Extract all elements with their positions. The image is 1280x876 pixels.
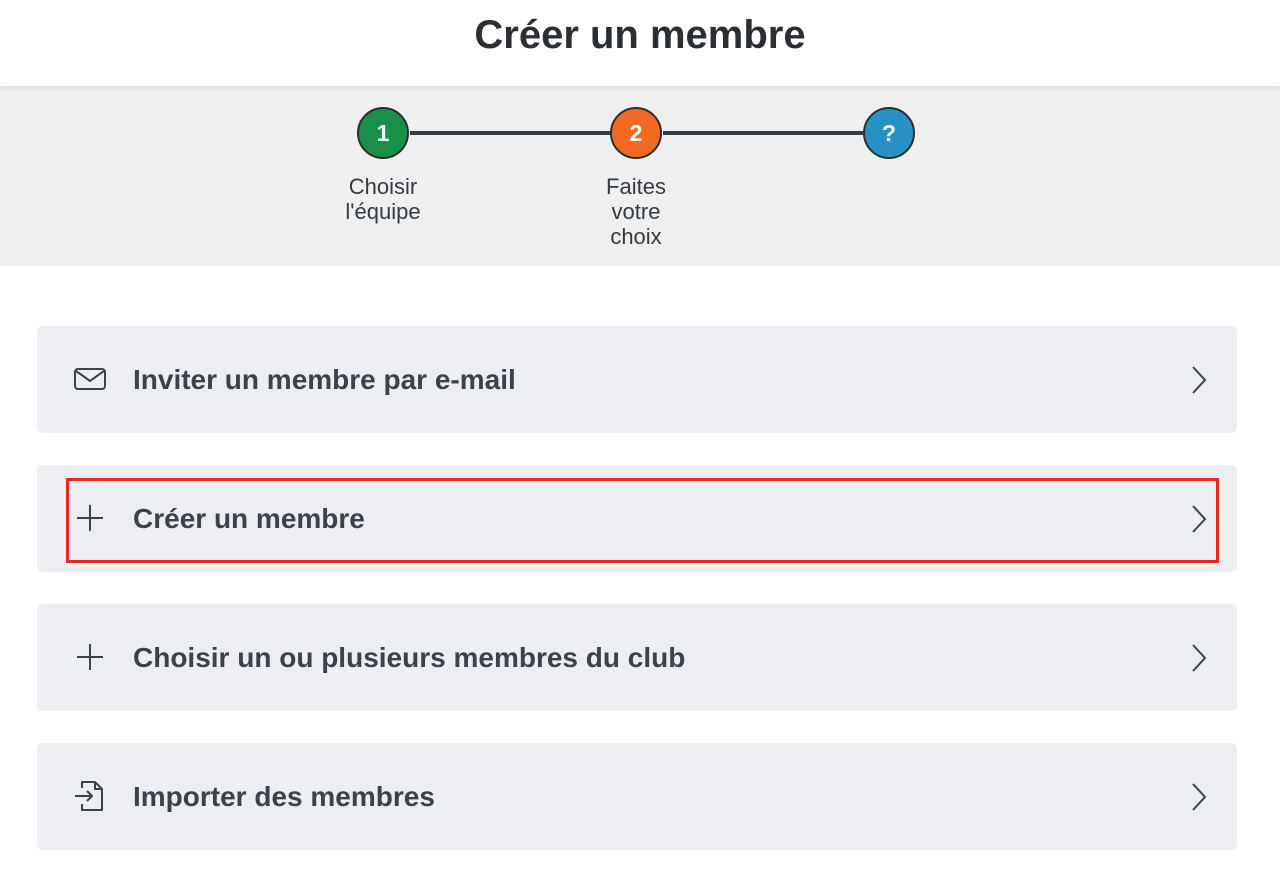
- stepper: 1 2 ? Choisir l'équipe Faites votre choi…: [0, 86, 1280, 266]
- chevron-right-icon: [1187, 503, 1209, 535]
- chevron-right-icon: [1187, 364, 1209, 396]
- step-2-number: 2: [629, 119, 643, 146]
- option-import-members[interactable]: Importer des membres: [37, 743, 1237, 850]
- plus-icon: [73, 640, 107, 674]
- option-label: Choisir un ou plusieurs membres du club: [133, 642, 686, 673]
- step-1-label-line-1: Choisir: [348, 174, 418, 199]
- page-title: Créer un membre: [474, 13, 806, 57]
- step-2-circle[interactable]: 2: [610, 107, 662, 159]
- option-label: Importer des membres: [133, 781, 435, 812]
- step-2-label: Faites votre choix: [566, 174, 706, 249]
- step-3-number: ?: [881, 119, 897, 146]
- stepper-connector-1: [410, 131, 610, 135]
- option-create-member[interactable]: Créer un membre: [37, 465, 1237, 572]
- envelope-icon: [73, 362, 107, 396]
- option-invite-by-email[interactable]: Inviter un membre par e-mail: [37, 326, 1237, 433]
- plus-icon: [73, 501, 107, 535]
- step-2-label-line-2: votre: [611, 199, 661, 224]
- step-1-number: 1: [376, 119, 390, 146]
- file-import-icon: [73, 779, 107, 813]
- option-choose-club-members[interactable]: Choisir un ou plusieurs membres du club: [37, 604, 1237, 711]
- option-label: Créer un membre: [133, 503, 365, 534]
- page-header: Créer un membre: [0, 0, 1280, 86]
- chevron-right-icon: [1187, 642, 1209, 674]
- chevron-right-icon: [1187, 781, 1209, 813]
- step-2-label-line-3: choix: [610, 224, 662, 249]
- stepper-connector-2: [663, 131, 863, 135]
- step-1-circle[interactable]: 1: [357, 107, 409, 159]
- step-3-circle[interactable]: ?: [863, 107, 915, 159]
- option-label: Inviter un membre par e-mail: [133, 364, 516, 395]
- step-2-label-line-1: Faites: [606, 174, 666, 199]
- step-1-label-line-2: l'équipe: [345, 199, 421, 224]
- step-1-label: Choisir l'équipe: [313, 174, 453, 224]
